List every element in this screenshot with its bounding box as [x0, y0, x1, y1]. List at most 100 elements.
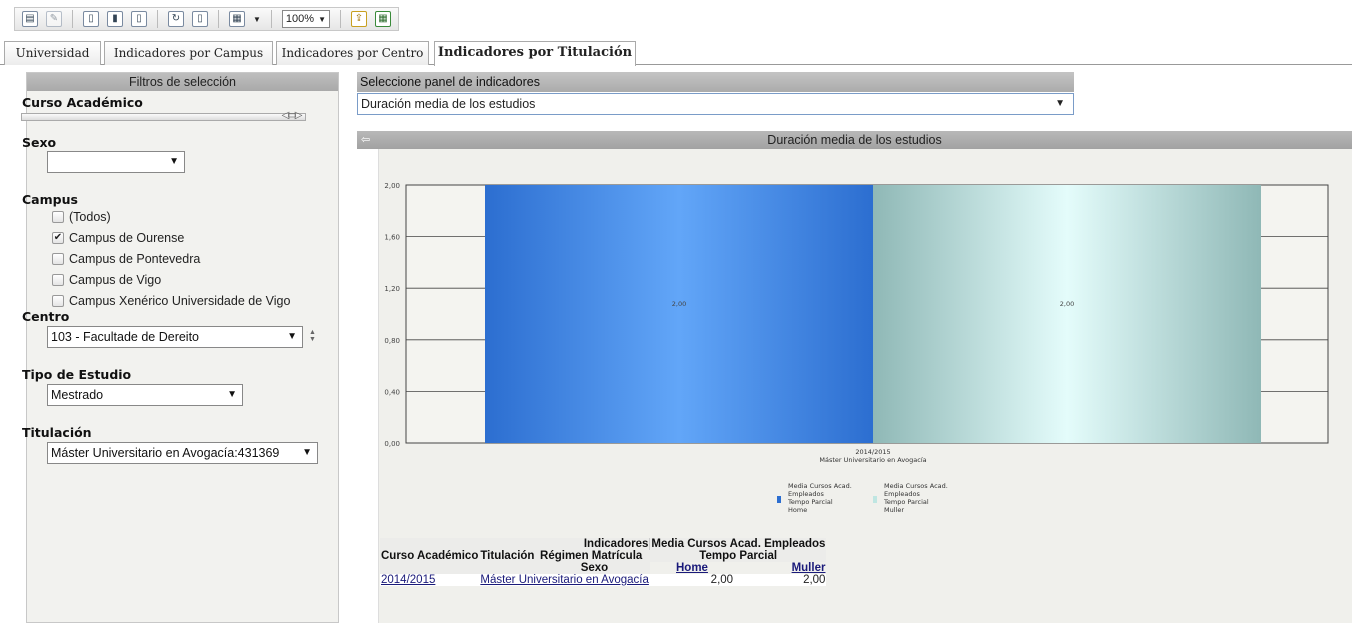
chevron-down-icon[interactable]: ▼	[253, 15, 261, 24]
legend-label: Tempo Parcial	[883, 498, 929, 506]
muller-value-cell: 2,00	[734, 574, 827, 586]
table-header-empty	[479, 562, 540, 574]
zoom-select[interactable]: 100% ▼	[281, 10, 330, 28]
page-icon[interactable]: ▯	[83, 11, 99, 27]
refresh-icon[interactable]: ↻	[168, 11, 184, 27]
centro-select[interactable]: 103 - Facultade de Dereito ▼	[47, 326, 303, 348]
bar-chart: 0,00 0,40 0,80 1,20 1,60 2,00 2,00 2,00 2014/201…	[384, 182, 1329, 514]
campus-option[interactable]: ✔ Campus de Ourense	[52, 231, 184, 245]
print-icon[interactable]: ▤	[22, 11, 38, 27]
campus-option-label: (Todos)	[69, 210, 111, 224]
x-category-sublabel: Máster Universitario en Avogacía	[819, 456, 926, 464]
chart-title: Duración media de los estudios	[767, 133, 942, 147]
campus-option[interactable]: Campus de Pontevedra	[52, 252, 200, 266]
tab-bar: Universidad Indicadores por Campus Indic…	[0, 41, 1352, 66]
legend-label: Muller	[884, 506, 904, 514]
chevron-down-icon: ▼	[287, 331, 297, 342]
back-arrow-icon[interactable]: ⇦	[361, 131, 370, 149]
panel-selected-value: Duración media de los estudios	[361, 97, 536, 111]
titulacion-cell[interactable]: Máster Universitario en Avogacía	[479, 574, 650, 586]
sexo-header: Sexo	[539, 562, 650, 574]
tab-indicadores-titulacion[interactable]: Indicadores por Titulación	[434, 41, 636, 66]
sexo-home-header[interactable]: Home	[650, 562, 734, 574]
curso-academico-slider[interactable]	[21, 113, 306, 121]
sexo-muller-header[interactable]: Muller	[734, 562, 826, 574]
titulacion-value: Máster Universitario en Avogacía:431369	[51, 446, 280, 460]
tab-indicadores-centro[interactable]: Indicadores por Centro	[276, 41, 429, 65]
campus-label: Campus	[22, 192, 78, 207]
panel-selector-header: Seleccione panel de indicadores	[357, 72, 1074, 92]
chart-header: ⇦ Duración media de los estudios	[357, 131, 1352, 149]
legend-label: Empleados	[884, 490, 920, 498]
table-header-empty	[380, 562, 480, 574]
campus-option[interactable]: (Todos)	[52, 210, 111, 224]
legend-label: Home	[788, 506, 807, 514]
tab-indicadores-campus[interactable]: Indicadores por Campus	[104, 41, 273, 65]
chevron-down-icon: ▼	[1055, 98, 1065, 109]
x-category-label: 2014/2015	[855, 448, 890, 456]
report-toolbar: ▤ ✎ ▯ ▮ ▯ ↻ ▯ ▦ ▼ 100% ▼ ⇪ ▦	[0, 0, 1352, 38]
sexo-select[interactable]: ▼	[47, 151, 185, 173]
campus-option-label: Campus Xenérico Universidade de Vigo	[69, 294, 291, 308]
tab-universidad[interactable]: Universidad	[4, 41, 101, 65]
excel-export-icon[interactable]: ▦	[374, 11, 391, 27]
toolbar-group: ▤ ✎ ▯ ▮ ▯ ↻ ▯ ▦ ▼ 100% ▼ ⇪ ▦	[14, 7, 399, 31]
checkbox[interactable]	[52, 274, 64, 286]
page-export-icon[interactable]: ▯	[131, 11, 147, 27]
titulacion-label: Titulación	[22, 425, 92, 440]
toolbar-separator	[218, 10, 219, 28]
toolbar-separator	[72, 10, 73, 28]
tipo-estudio-value: Mestrado	[51, 388, 104, 402]
edit-icon[interactable]: ✎	[46, 11, 62, 27]
titulacion-header: Titulación	[479, 550, 540, 562]
toolbar-separator	[270, 10, 272, 28]
checkbox[interactable]	[52, 253, 64, 265]
campus-option[interactable]: Campus Xenérico Universidade de Vigo	[52, 294, 290, 308]
campus-option[interactable]: Campus de Vigo	[52, 273, 161, 287]
titulacion-select[interactable]: Máster Universitario en Avogacía:431369 ▼	[47, 442, 318, 464]
export-icon[interactable]: ⇪	[350, 11, 367, 27]
legend-label: Tempo Parcial	[787, 498, 833, 506]
y-tick-label: 0,80	[384, 337, 400, 345]
chevron-down-icon: ▼	[227, 389, 237, 400]
regimen-header: Régimen Matrícula	[539, 550, 650, 562]
panel-indicator-select[interactable]: Duración media de los estudios ▼	[357, 93, 1074, 115]
document-icon[interactable]: ▯	[192, 11, 208, 27]
pages-icon[interactable]: ▮	[107, 11, 123, 27]
y-tick-label: 0,00	[384, 440, 400, 448]
bar	[873, 185, 1261, 443]
sexo-label: Sexo	[22, 135, 57, 150]
home-value-cell: 2,00	[649, 574, 735, 586]
legend-label: Media Cursos Acad.	[788, 482, 852, 490]
legend-swatch	[777, 496, 781, 503]
regimen-value: Tempo Parcial	[649, 550, 827, 562]
y-tick-label: 0,40	[384, 388, 400, 396]
centro-value: 103 - Facultade de Dereito	[51, 330, 200, 344]
curso-cell[interactable]: 2014/2015	[380, 574, 480, 586]
checkbox-checked[interactable]: ✔	[52, 232, 64, 244]
toolbar-separator	[157, 10, 158, 28]
measure-header: Media Cursos Acad. Empleados	[649, 538, 827, 550]
titulacion-link[interactable]: Máster Universitario en Avogacía	[480, 574, 649, 586]
indicadores-header: Indicadores	[539, 538, 650, 550]
tipo-estudio-label: Tipo de Estudio	[22, 367, 132, 382]
filter-panel-header: Filtros de selección	[27, 73, 338, 91]
campus-option-label: Campus de Vigo	[69, 273, 162, 287]
slider-thumb-icon[interactable]: ◁▭▷	[280, 109, 303, 123]
tipo-estudio-select[interactable]: Mestrado ▼	[47, 384, 243, 406]
legend-swatch	[873, 496, 877, 503]
table-row: 2014/2015 Máster Universitario en Avogac…	[380, 574, 827, 586]
curso-academico-label: Curso Académico	[22, 95, 143, 110]
table-header-empty	[479, 538, 540, 550]
table-icon[interactable]: ▦	[229, 11, 245, 27]
curso-link[interactable]: 2014/2015	[381, 574, 435, 586]
checkbox[interactable]	[52, 295, 64, 307]
spinner-arrows-icon[interactable]: ▲ ▼	[308, 329, 317, 343]
toolbar-separator	[339, 10, 341, 28]
y-tick-label: 1,60	[384, 234, 400, 242]
zoom-value: 100%	[285, 13, 315, 25]
pivot-table: Indicadores Media Cursos Acad. Empleados…	[380, 538, 827, 586]
checkbox[interactable]	[52, 211, 64, 223]
chevron-down-icon: ▼	[169, 156, 179, 167]
centro-label: Centro	[22, 309, 70, 324]
